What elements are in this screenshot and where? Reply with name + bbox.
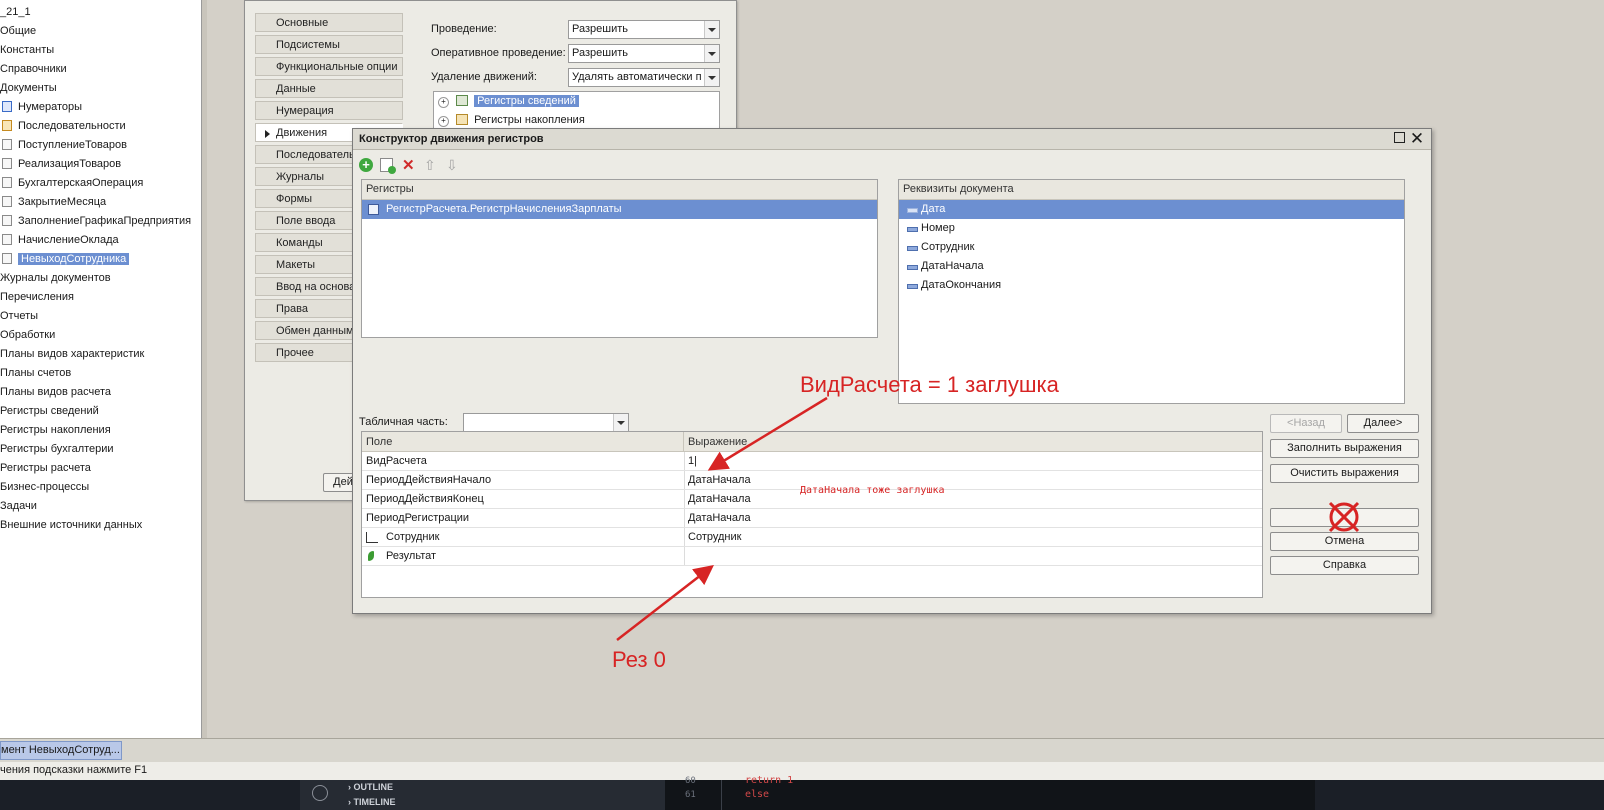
status-text: чения подсказки нажмите F1 xyxy=(0,764,148,776)
line-number: 60 xyxy=(685,776,696,786)
window-taskbar: мент НевыходСотруд... xyxy=(0,738,1604,763)
status-bar: чения подсказки нажмите F1 xyxy=(0,762,1604,780)
account-icon[interactable] xyxy=(312,785,328,801)
editor-sidebar: › OUTLINE › TIMELINE xyxy=(300,780,665,810)
arrow-to-result xyxy=(616,564,714,641)
outline-label: OUTLINE xyxy=(353,782,394,792)
taskbar-window-button[interactable]: мент НевыходСотруд... xyxy=(0,741,122,760)
background-editor: › OUTLINE › TIMELINE 60 61 return 1 else xyxy=(0,775,1604,810)
code-line: else xyxy=(745,789,770,800)
code-editor[interactable]: 60 61 return 1 else xyxy=(665,775,1315,810)
line-number: 61 xyxy=(685,790,696,800)
code-line: return 1 xyxy=(745,775,794,786)
timeline-section[interactable]: › TIMELINE xyxy=(348,797,396,807)
outline-section[interactable]: › OUTLINE xyxy=(348,782,393,792)
timeline-label: TIMELINE xyxy=(353,797,396,807)
indent-guide xyxy=(721,780,722,810)
arrow-to-calc-type xyxy=(707,396,828,471)
annotation-arrows xyxy=(616,396,828,641)
